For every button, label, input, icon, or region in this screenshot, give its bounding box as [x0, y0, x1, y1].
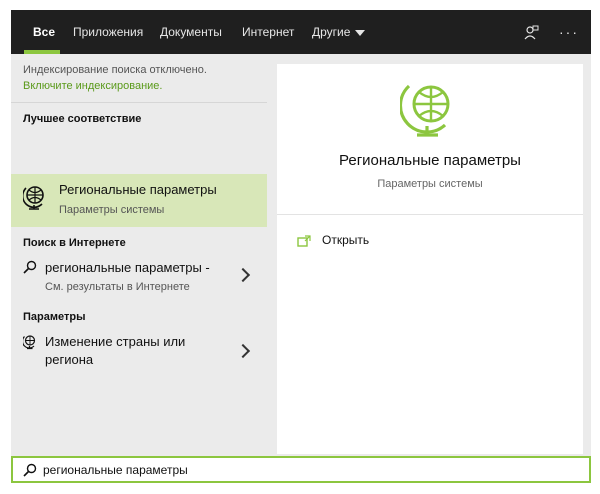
feedback-icon[interactable] — [523, 10, 539, 54]
best-match-subtitle: Параметры системы — [59, 204, 165, 216]
search-icon — [23, 463, 37, 482]
more-options-icon[interactable]: ··· — [559, 10, 579, 54]
globe-icon — [398, 78, 460, 147]
chevron-right-icon — [235, 267, 251, 283]
best-match-heading: Лучшее соответствие — [23, 113, 142, 125]
enable-indexing-link[interactable]: Включите индексирование. — [23, 80, 162, 92]
preview-subtitle: Параметры системы — [377, 178, 483, 190]
open-icon — [297, 234, 311, 252]
web-search-subtitle: См. результаты в Интернете — [45, 281, 190, 293]
divider — [11, 102, 267, 103]
preview-title: Региональные параметры — [339, 152, 521, 169]
search-tab-bar: Все Приложения Документы Интернет Другие… — [11, 10, 591, 54]
globe-icon — [21, 184, 47, 217]
globe-icon — [22, 334, 37, 355]
tab-internet[interactable]: Интернет — [242, 10, 294, 54]
settings-item-region[interactable]: Изменение страны или региона — [11, 330, 267, 374]
chevron-down-icon — [355, 29, 366, 36]
search-input[interactable]: региональные параметры — [43, 463, 188, 477]
best-match-item[interactable]: Региональные параметры Параметры системы — [11, 174, 267, 227]
tab-apps[interactable]: Приложения — [73, 10, 143, 54]
search-window: Все Приложения Документы Интернет Другие… — [11, 10, 591, 483]
open-button[interactable]: Открыть — [322, 233, 369, 247]
preview-pane: Региональные параметры Параметры системы… — [277, 64, 583, 454]
divider — [277, 214, 583, 215]
search-box[interactable]: региональные параметры — [11, 456, 591, 483]
web-search-title: региональные параметры - — [45, 260, 210, 275]
tab-all[interactable]: Все — [33, 10, 55, 54]
indexing-notice: Индексирование поиска отключено. — [23, 64, 207, 76]
tab-documents[interactable]: Документы — [160, 10, 222, 54]
web-search-heading: Поиск в Интернете — [23, 237, 126, 249]
chevron-right-icon — [235, 343, 251, 359]
search-icon — [23, 260, 37, 279]
settings-item-title-line2: региона — [45, 352, 94, 367]
web-search-item[interactable]: региональные параметры - См. результаты … — [11, 254, 267, 298]
best-match-title: Региональные параметры — [59, 182, 217, 197]
results-pane: Индексирование поиска отключено. Включит… — [11, 54, 267, 454]
tab-more-label: Другие — [312, 25, 351, 39]
settings-item-title-line1: Изменение страны или — [45, 334, 186, 349]
settings-heading: Параметры — [23, 311, 86, 323]
tab-more[interactable]: Другие — [312, 10, 366, 54]
